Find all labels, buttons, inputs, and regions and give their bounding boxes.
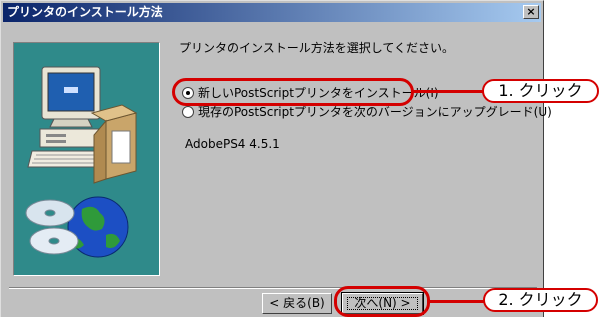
version-label: AdobePS4 4.5.1 [185,137,280,151]
callout-step-1: 1. クリック [482,79,599,103]
back-button-label: < 戻る(B) [269,296,325,310]
callout-step-1-text: 1. クリック [498,81,583,100]
close-button[interactable]: × [523,5,539,19]
back-button[interactable]: < 戻る(B) [262,293,332,314]
callout-connector-2 [429,300,484,303]
callout-step-2: 2. クリック [483,288,598,312]
option-label: 現存のPostScriptプリンタを次のバージョンにアップグレード(U) [198,105,552,119]
instruction-text: プリンタのインストール方法を選択してください。 [179,41,455,55]
divider [9,287,537,289]
globe-icon [67,196,129,258]
window-title: プリンタのインストール方法 [7,5,163,19]
highlight-next-button [334,286,430,317]
callout-connector-1 [413,90,483,93]
radio-unselected-icon[interactable] [182,106,194,118]
title-bar[interactable]: プリンタのインストール方法 × [3,3,541,22]
setup-illustration [13,42,160,276]
installer-dialog: プリンタのインストール方法 × プリンタのインストール方法を選択してください。 … [0,0,552,317]
close-icon: × [526,5,536,18]
printer-box-icon [90,104,138,184]
highlight-option-1 [172,78,414,106]
callout-step-2-text: 2. クリック [498,290,583,309]
